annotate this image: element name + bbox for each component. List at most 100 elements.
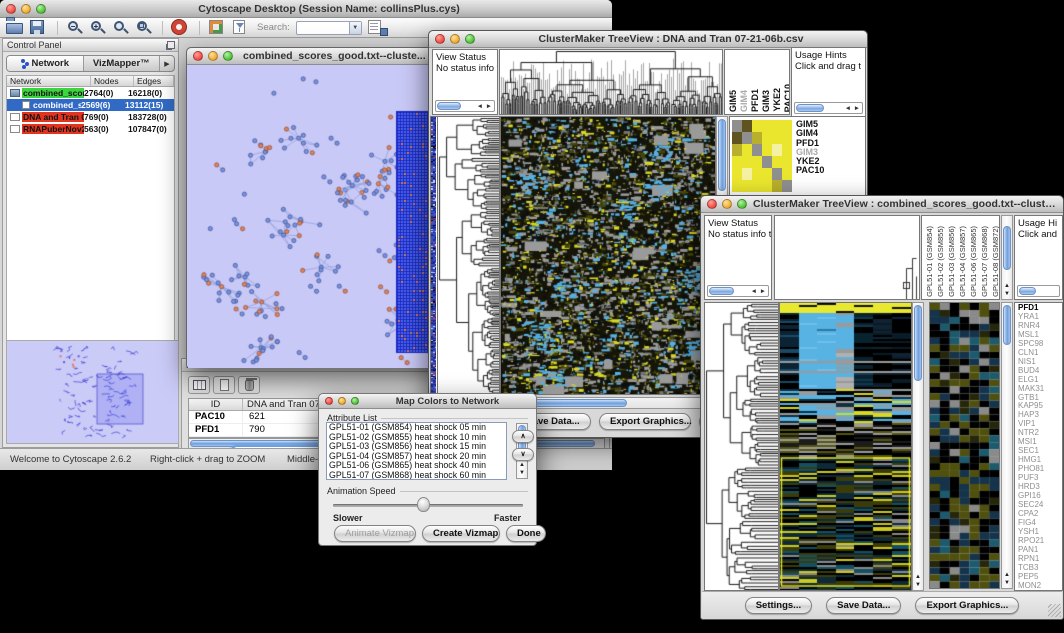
scroll-down-icon[interactable]: ▼ <box>517 469 527 477</box>
minimize-button[interactable] <box>208 51 218 61</box>
scroll-down-icon[interactable]: ▼ <box>1002 290 1012 298</box>
animation-speed-slider-thumb[interactable] <box>417 497 430 512</box>
zoom-in-icon[interactable]: + <box>90 20 107 36</box>
column-label[interactable]: GPL51-08 (GSM872) <box>991 226 1000 297</box>
network-tree-row[interactable]: RNAPuberNov2+ 563(0) 107847(0) <box>7 123 174 135</box>
row-label[interactable]: PAC10 <box>796 166 824 175</box>
save-data-button[interactable]: Save Data... <box>826 597 901 614</box>
animate-vizmap-button[interactable]: Animate Vizmap <box>334 525 416 542</box>
treeview2-heatmap[interactable] <box>779 302 912 591</box>
close-button[interactable] <box>193 51 203 61</box>
zoom-button[interactable] <box>465 34 475 44</box>
save-session-icon[interactable] <box>30 20 48 35</box>
scroll-right-icon[interactable]: ► <box>760 287 766 296</box>
zoom-button[interactable] <box>737 199 747 209</box>
tab-overflow-button[interactable]: ▶ <box>160 56 174 71</box>
delete-attribute-button[interactable] <box>238 376 260 394</box>
column-dendrogram-canvas[interactable] <box>500 50 722 114</box>
annotation-grid-icon[interactable] <box>209 20 227 35</box>
scroll-up-icon[interactable]: ▲ <box>1002 282 1012 290</box>
heatmap-canvas[interactable] <box>780 303 911 590</box>
usage-hints-scrollbar[interactable]: ◄► <box>794 102 863 114</box>
column-label[interactable]: GPL51-07 (GSM868) <box>980 226 989 297</box>
close-button[interactable] <box>435 34 445 44</box>
attribute-list[interactable]: GPL51-01 (GSM854) heat shock 05 minGPL51… <box>326 422 507 480</box>
overview-strip-canvas[interactable] <box>431 117 436 394</box>
zoom-fit-icon[interactable] <box>113 20 130 36</box>
zoom-button[interactable] <box>223 51 233 61</box>
column-label[interactable]: GPL51-02 (GSM855) <box>936 226 945 297</box>
treeview1-overview-strip[interactable] <box>430 116 437 395</box>
main-titlebar[interactable]: Cytoscape Desktop (Session Name: collins… <box>0 0 612 18</box>
resize-grip[interactable] <box>1048 604 1061 617</box>
search-dropdown-icon[interactable]: ▼ <box>349 22 361 34</box>
gene-label[interactable]: MON2 <box>1018 582 1062 591</box>
float-panel-icon[interactable] <box>167 41 175 49</box>
column-label[interactable]: GIM5 <box>728 90 738 112</box>
col-edges[interactable]: Edges <box>134 76 174 86</box>
treeview2-zoomed-heatmap[interactable] <box>929 302 1000 589</box>
scroll-left-icon[interactable]: ◄ <box>845 104 851 113</box>
minimize-button[interactable] <box>338 397 346 405</box>
heatmap-canvas[interactable] <box>501 117 715 394</box>
search-config-icon[interactable] <box>368 20 386 35</box>
network-tree-row[interactable]: DNA and Tran 07 769(0) 183728(0) <box>7 111 174 123</box>
view-status-scrollbar[interactable]: ◄► <box>707 285 769 297</box>
minimize-button[interactable] <box>450 34 460 44</box>
column-label[interactable]: YKE2 <box>772 88 782 112</box>
zoom-button[interactable] <box>351 397 359 405</box>
export-graphics-button[interactable]: Export Graphics... <box>599 413 691 430</box>
zoom-button[interactable] <box>36 4 46 14</box>
close-button[interactable] <box>6 4 16 14</box>
col-network[interactable]: Network <box>7 76 91 86</box>
treeview1-row-dendrogram[interactable] <box>437 116 500 395</box>
column-label[interactable]: GPL51-01 (GSM854) <box>925 226 934 297</box>
move-down-button[interactable]: ∨ <box>512 448 534 461</box>
scroll-up-icon[interactable]: ▲ <box>517 461 527 469</box>
column-label[interactable]: GIM4 <box>739 90 749 112</box>
birdseye-canvas[interactable] <box>7 341 178 443</box>
search-input[interactable]: ▼ <box>296 21 362 35</box>
attribute-list-item[interactable]: GPL51-07 (GSM868) heat shock 60 min <box>329 471 506 480</box>
zoom-out-icon[interactable]: − <box>67 20 84 36</box>
scroll-up-icon[interactable]: ▲ <box>1002 571 1012 579</box>
column-label[interactable]: PAC10 <box>783 84 790 112</box>
treeview2-column-dendrogram[interactable] <box>774 215 920 300</box>
tab-network[interactable]: Network <box>7 56 84 71</box>
treeview1-column-dendrogram[interactable] <box>499 49 723 115</box>
done-button[interactable]: Done <box>506 525 546 542</box>
select-attributes-button[interactable] <box>188 376 210 394</box>
treeview2-row-dendrogram[interactable] <box>704 302 779 591</box>
scroll-left-icon[interactable]: ◄ <box>751 287 757 296</box>
view-status-scrollbar[interactable]: ◄► <box>435 100 495 112</box>
scroll-up-icon[interactable]: ▲ <box>913 573 923 581</box>
usage-hints-scrollbar[interactable] <box>1017 285 1060 297</box>
column-label[interactable]: GPL51-03 (GSM856) <box>947 226 956 297</box>
row-dendrogram-canvas[interactable] <box>438 117 499 394</box>
scroll-right-icon[interactable]: ► <box>486 102 492 111</box>
treeview1-titlebar[interactable]: ClusterMaker TreeView : DNA and Tran 07-… <box>429 31 867 48</box>
birdseye-view[interactable] <box>6 340 179 444</box>
column-label[interactable]: GPL51-06 (GSM865) <box>969 226 978 297</box>
zoomed-heatmap-canvas[interactable] <box>930 303 999 588</box>
column-label[interactable]: GPL51-04 (GSM857) <box>958 226 967 297</box>
row-dendrogram-canvas[interactable] <box>705 303 778 590</box>
column-label[interactable]: PFD1 <box>750 89 760 112</box>
treeview2-collabel-scrollbar[interactable]: ▲ ▼ <box>1001 215 1013 300</box>
tab-vizmapper[interactable]: VizMapper™ <box>84 56 161 71</box>
treeview2-titlebar[interactable]: ClusterMaker TreeView : combined_scores_… <box>701 196 1063 213</box>
minimize-button[interactable] <box>21 4 31 14</box>
minimize-button[interactable] <box>722 199 732 209</box>
scroll-right-icon[interactable]: ► <box>854 104 860 113</box>
dialog-titlebar[interactable]: Map Colors to Network <box>319 394 536 409</box>
zoomed-matrix[interactable] <box>732 120 792 192</box>
column-label[interactable]: GIM3 <box>761 90 771 112</box>
zoom-selected-icon[interactable] <box>136 20 153 36</box>
open-session-icon[interactable] <box>6 20 24 35</box>
close-button[interactable] <box>325 397 333 405</box>
scroll-down-icon[interactable]: ▼ <box>913 581 923 589</box>
network-tree-row[interactable]: combined_sco 2569(6) 13112(15) <box>7 99 174 111</box>
move-up-button[interactable]: ∧ <box>512 430 534 443</box>
settings-button[interactable]: Settings... <box>745 597 812 614</box>
create-vizmap-button[interactable]: Create Vizmap <box>422 525 500 542</box>
